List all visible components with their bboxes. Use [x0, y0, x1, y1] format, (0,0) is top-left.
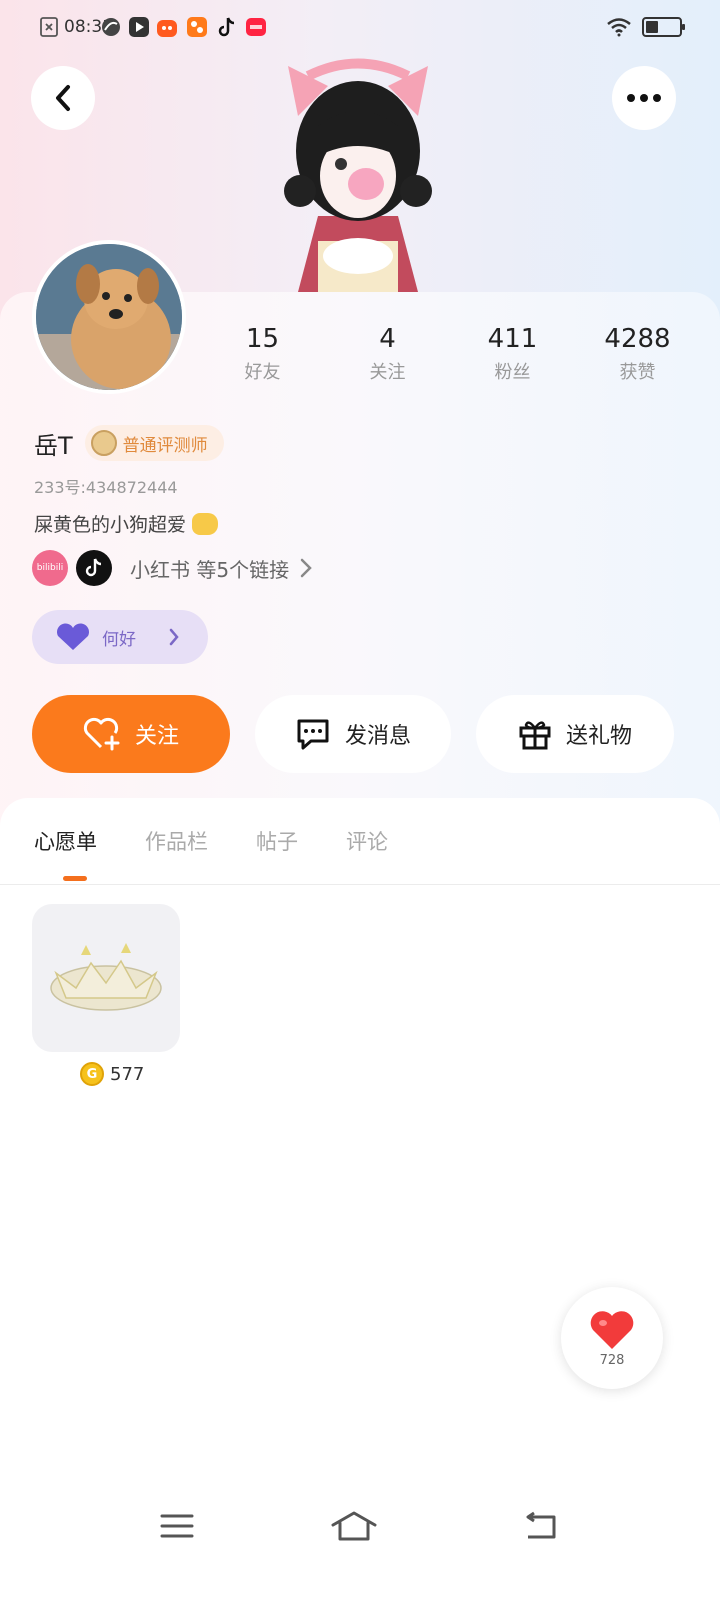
bilibili-icon: bilibili [32, 550, 68, 586]
interest-tag-label: 何好 [102, 629, 136, 650]
follow-button[interactable]: 关注 [32, 695, 230, 773]
tiktok-icon [218, 17, 235, 37]
wishlist-item[interactable] [32, 904, 180, 1052]
menu-nav-button[interactable] [153, 1502, 201, 1550]
message-button[interactable]: 发消息 [255, 695, 451, 773]
stat-value: 4288 [604, 324, 671, 354]
fist-emoji-icon [192, 512, 219, 535]
app-grid-icon [187, 17, 207, 37]
tab-wishlist[interactable]: 心愿单 [34, 826, 97, 856]
user-id: 233号:434872444 [34, 478, 178, 497]
red-heart-icon [590, 1310, 634, 1349]
stat-likes[interactable]: 4288 获赞 [575, 322, 700, 384]
tiktok-link-icon [76, 550, 112, 586]
stat-label: 粉丝 [494, 362, 531, 383]
stat-following[interactable]: 4 关注 [325, 322, 450, 384]
level-badge[interactable]: 普通评测师 [84, 425, 224, 461]
status-right-icons [606, 17, 685, 37]
tabs-divider [0, 884, 720, 885]
stat-value: 411 [487, 324, 538, 354]
tab-comments[interactable]: 评论 [346, 826, 388, 856]
message-label: 发消息 [344, 724, 411, 749]
return-icon [526, 1511, 556, 1539]
wishlist-item-price: G 577 [80, 1062, 144, 1086]
dog-photo [36, 244, 182, 390]
chevron-right-icon [300, 558, 312, 578]
follow-label: 关注 [134, 724, 179, 749]
character-avatar-illustration [284, 58, 432, 292]
gift-label: 送礼物 [565, 724, 632, 749]
home-nav-button[interactable] [330, 1502, 378, 1550]
app-icon [102, 18, 120, 36]
xiaohongshu-icon [246, 18, 266, 36]
more-dots-icon [627, 94, 661, 102]
crown-item-image [50, 943, 162, 1011]
stat-label: 获赞 [619, 362, 656, 383]
like-float-button[interactable]: 728 [561, 1287, 663, 1389]
status-bar: 08:31 [0, 0, 720, 56]
stat-value: 15 [245, 324, 280, 354]
tab-works[interactable]: 作品栏 [145, 826, 208, 856]
heart-plus-icon [83, 717, 120, 751]
stat-value: 4 [379, 324, 396, 354]
social-links[interactable]: bilibili 小红书 等5个链接 [32, 550, 313, 586]
bio: 屎黄色的小狗超爱 [34, 510, 219, 537]
more-button[interactable] [612, 66, 676, 130]
bilibili-label: bilibili [36, 563, 64, 573]
like-count: 728 [599, 1352, 625, 1368]
nickname: 岳T [34, 431, 73, 460]
back-nav-button[interactable] [516, 1502, 564, 1550]
stat-label: 关注 [369, 362, 406, 383]
heart-icon [57, 623, 89, 650]
level-badge-label: 普通评测师 [122, 435, 208, 456]
chat-bubble-icon [297, 719, 329, 750]
battery-icon [642, 17, 685, 37]
bio-text: 屎黄色的小狗超爱 [34, 514, 187, 536]
system-nav-bar [0, 1490, 720, 1570]
social-links-text: 小红书 等5个链接 [130, 557, 290, 582]
name-row: 岳T 普通评测师 [34, 425, 224, 461]
active-tab-indicator [63, 876, 87, 881]
chevron-left-icon [56, 85, 70, 111]
stat-fans[interactable]: 411 粉丝 [450, 322, 575, 384]
level-badge-icon [90, 430, 117, 456]
coin-icon: G [80, 1062, 104, 1086]
file-x-icon [40, 17, 58, 37]
back-button[interactable] [31, 66, 95, 130]
chevron-right-icon [169, 628, 179, 646]
menu-icon [160, 1514, 194, 1538]
stat-friends[interactable]: 15 好友 [200, 322, 325, 384]
interest-tag-pill[interactable]: 何好 [32, 610, 208, 664]
price-value: 577 [110, 1063, 145, 1085]
video-app-icon [129, 17, 149, 37]
taobao-icon [157, 20, 177, 37]
tab-bar: 心愿单 作品栏 帖子 评论 [34, 826, 388, 856]
avatar[interactable] [32, 240, 186, 394]
stats-row: 15 好友 4 关注 411 粉丝 4288 获赞 [200, 322, 700, 384]
tab-posts[interactable]: 帖子 [256, 826, 298, 856]
gift-button[interactable]: 送礼物 [476, 695, 674, 773]
stat-label: 好友 [244, 362, 281, 383]
home-icon [331, 1511, 377, 1541]
wifi-icon [607, 18, 631, 37]
gift-icon [519, 721, 551, 750]
